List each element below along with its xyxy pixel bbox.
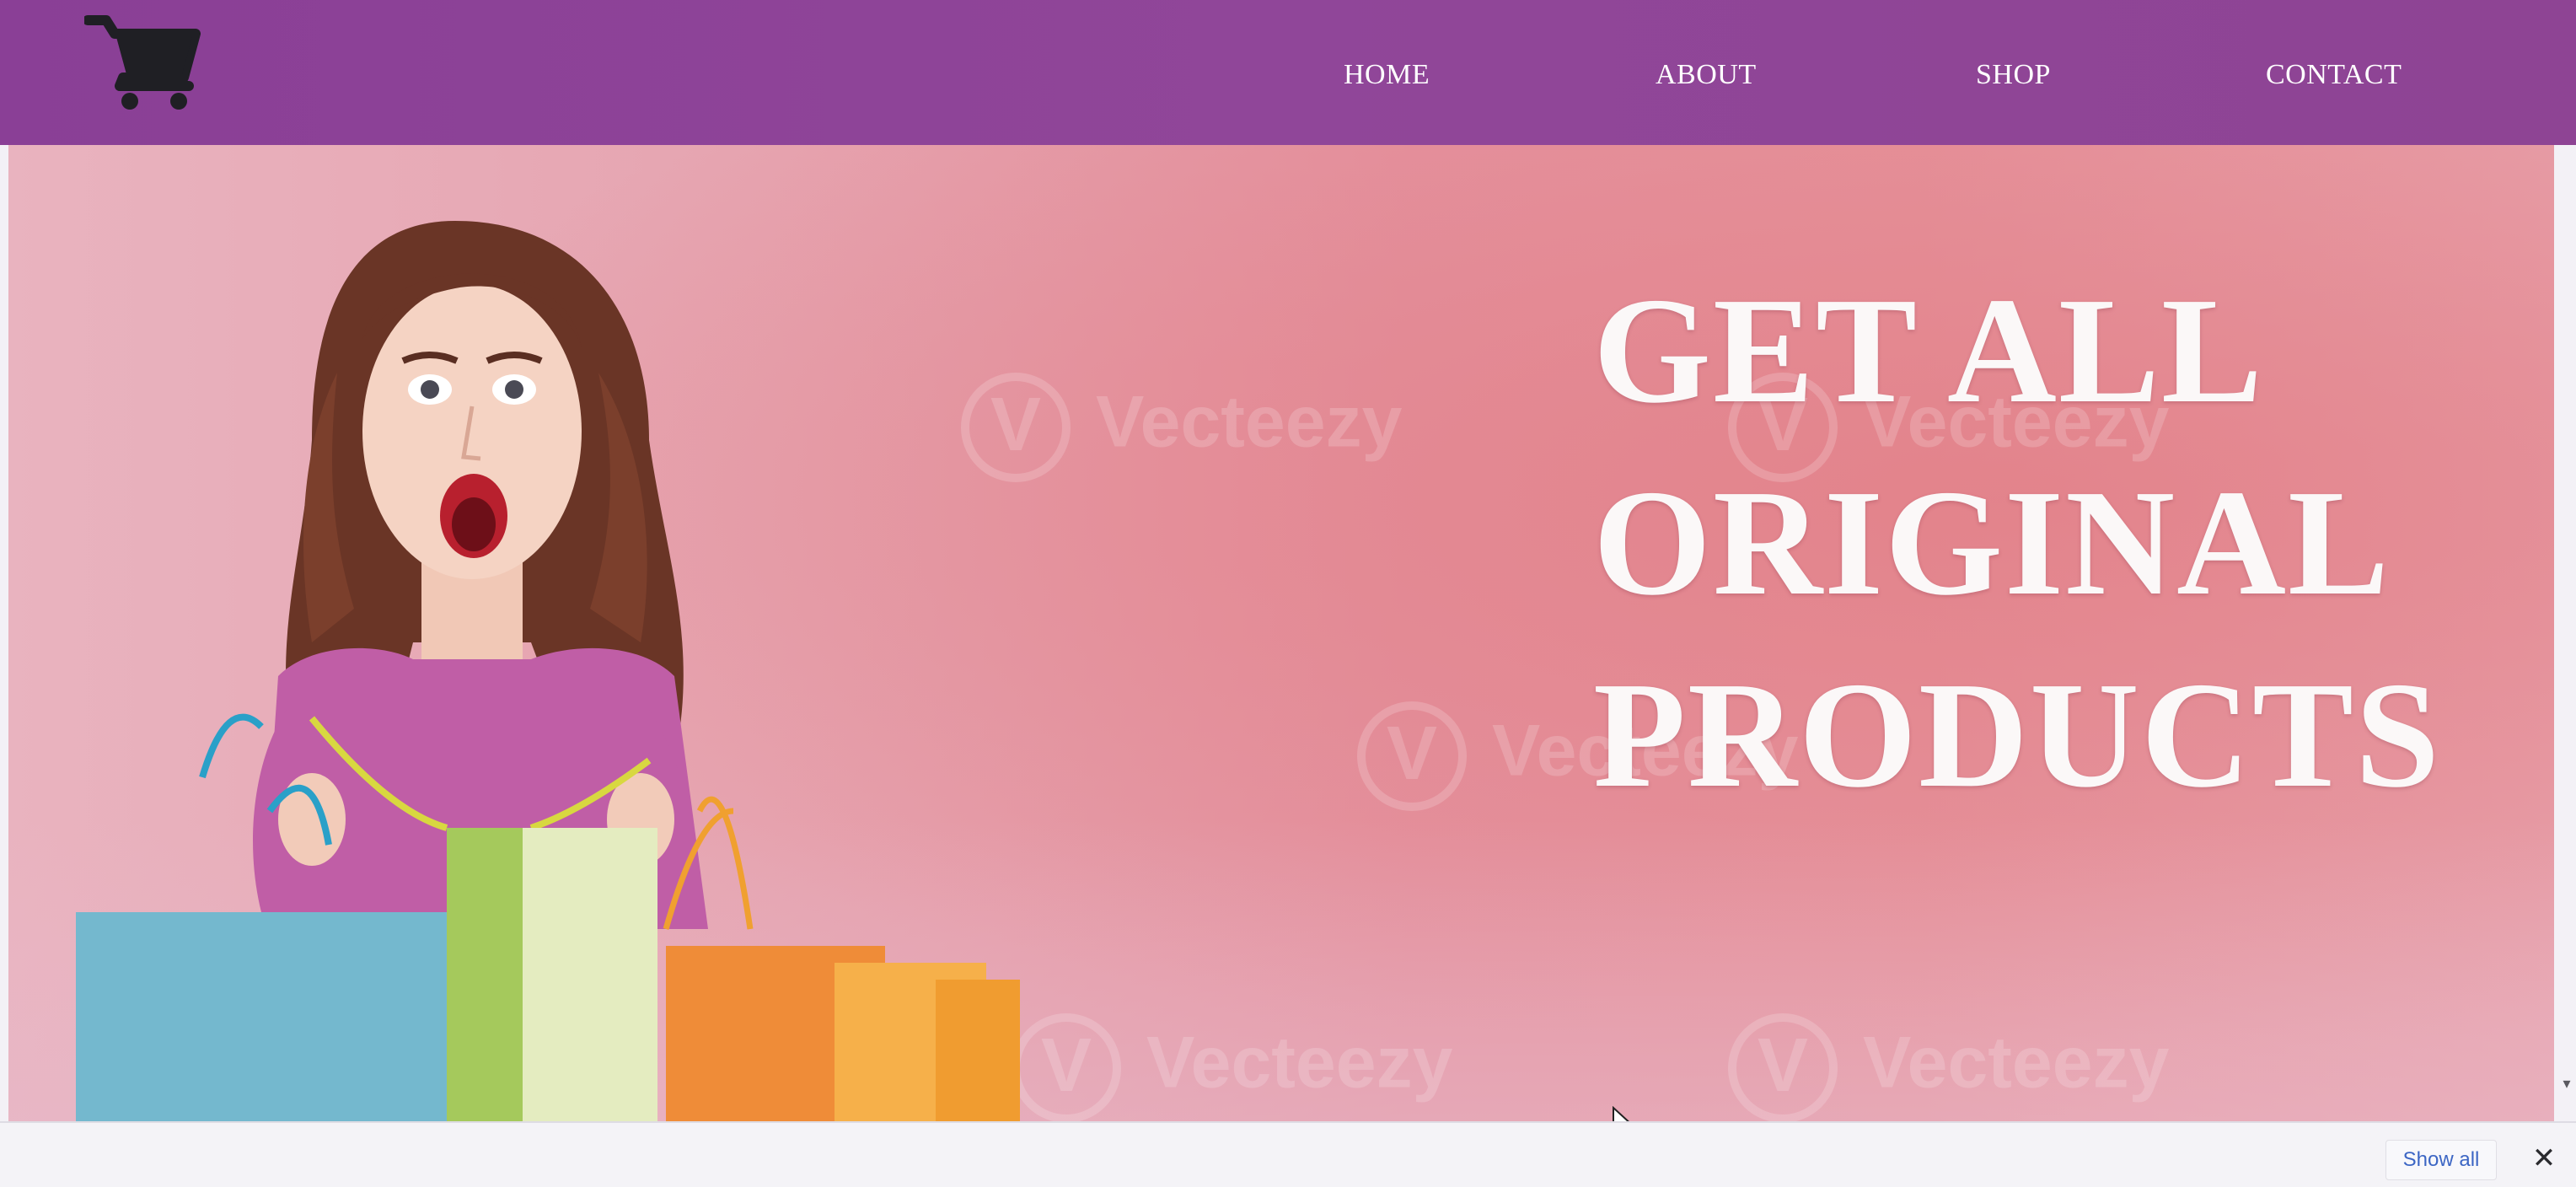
headline-line-2: ORIGINAL	[1593, 459, 2391, 626]
shopping-cart-icon[interactable]	[83, 12, 202, 111]
headline-line-3: PRODUCTS	[1593, 651, 2442, 819]
hero-headline: GET ALL ORIGINAL PRODUCTS	[1593, 255, 2554, 831]
nav-home[interactable]: HOME	[1344, 59, 1430, 91]
scroll-down-arrow-icon[interactable]: ▾	[2557, 1075, 2576, 1093]
download-bar: Show all ✕	[0, 1121, 2576, 1187]
nav-about[interactable]: ABOUT	[1656, 59, 1757, 91]
vecteezy-logo-icon: V	[1728, 1013, 1838, 1123]
vecteezy-logo-icon: V	[1357, 701, 1467, 811]
nav-shop[interactable]: SHOP	[1976, 59, 2051, 91]
show-all-button[interactable]: Show all	[2385, 1140, 2497, 1180]
woman-with-shopping-bags-image	[76, 221, 1020, 1157]
nav-contact[interactable]: CONTACT	[2266, 59, 2402, 91]
close-icon[interactable]: ✕	[2524, 1138, 2564, 1179]
headline-line-1: GET ALL	[1593, 266, 2265, 434]
hero-banner: V Vecteezy V Vecteezy V Vecteezy V Vecteezy …	[8, 145, 2554, 1157]
watermark: V Vecteezy	[1728, 1013, 2169, 1123]
watermark: V Vecteezy	[1012, 1013, 1452, 1123]
navbar: HOME ABOUT SHOP CONTACT	[0, 0, 2576, 145]
browser-viewport: HOME ABOUT SHOP CONTACT V Vecteezy V Vecte…	[0, 0, 2576, 1187]
